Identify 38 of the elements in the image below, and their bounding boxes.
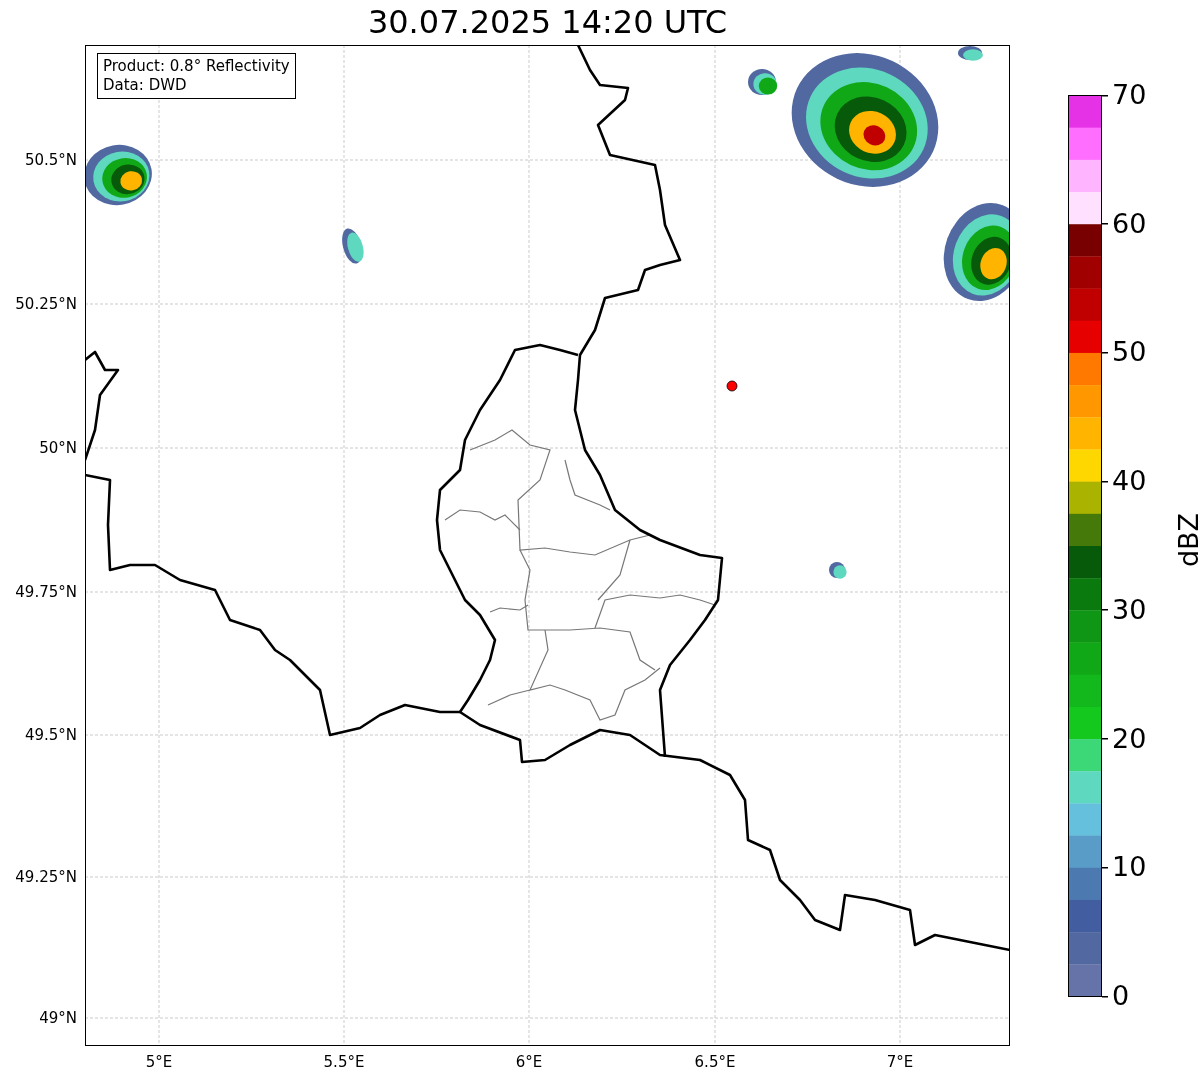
axis-tick-label: 49.75°N: [15, 583, 77, 601]
tick-label: 50: [1112, 337, 1147, 368]
radar-echo: [958, 46, 983, 61]
axis-tick-label: 49°N: [39, 1009, 77, 1027]
tick-label: 60: [1112, 208, 1147, 239]
tick-mark: [1102, 94, 1108, 97]
tick-label: 70: [1112, 80, 1147, 110]
axis-tick-label: 50.5°N: [24, 151, 77, 169]
axis-tick-label: 6.5°E: [694, 1053, 736, 1071]
tick-mark: [1102, 738, 1108, 741]
radar-echo: [85, 144, 152, 206]
chart-title: 30.07.2025 14:20 UTC: [366, 2, 729, 43]
axis-tick-label: 50°N: [39, 439, 77, 457]
tick-mark: [1102, 223, 1108, 226]
tick-label: 10: [1112, 852, 1147, 883]
legend-text: Product: 0.8° Reflectivity: [103, 57, 290, 76]
axis-tick-label: 5°E: [145, 1053, 173, 1071]
axis-tick-label: 50.25°N: [15, 295, 77, 313]
axis-tick-label: 7°E: [886, 1053, 914, 1071]
axis-tick-label: 49.5°N: [24, 726, 77, 744]
axis-label: dBZ: [1174, 512, 1202, 568]
tick-mark: [1102, 480, 1108, 483]
tick-mark: [1102, 351, 1108, 354]
axis-tick-label: 5.5°E: [323, 1053, 365, 1071]
radar-echo: [829, 562, 847, 579]
tick-label: 20: [1112, 723, 1147, 754]
tick-mark: [1102, 995, 1108, 998]
radar-site-marker: [726, 380, 738, 392]
tick-label: 0: [1112, 981, 1130, 1011]
axis-tick-label: 49.25°N: [15, 868, 77, 886]
radar-echo: [342, 228, 364, 264]
legend-text: Data: DWD: [103, 76, 188, 95]
tick-label: 40: [1112, 466, 1147, 497]
tick-mark: [1102, 609, 1108, 612]
tick-label: 30: [1112, 594, 1147, 625]
tick-mark: [1102, 866, 1108, 869]
axis-tick-label: 6°E: [515, 1053, 543, 1071]
radar-echo: [748, 69, 778, 95]
